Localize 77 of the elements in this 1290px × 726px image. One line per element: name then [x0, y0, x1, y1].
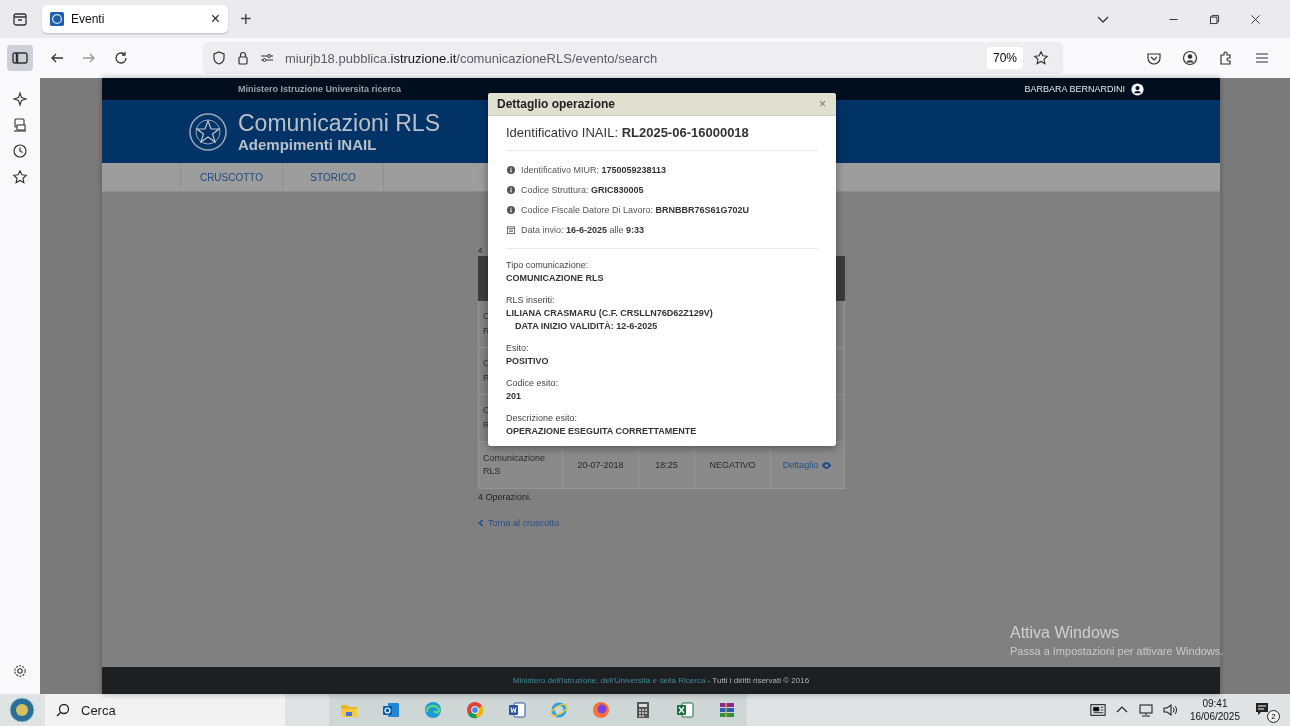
search-placeholder[interactable]: Cerca [81, 702, 116, 718]
site-title: Comunicazioni RLS [238, 109, 440, 136]
field-label: RLS inseriti: [506, 294, 556, 307]
info-icon [507, 186, 515, 194]
tab-close-button[interactable]: × [210, 10, 220, 28]
lock-icon[interactable] [235, 50, 251, 66]
pocket-icon[interactable] [1146, 50, 1162, 66]
new-tab-button[interactable]: + [240, 7, 252, 31]
site-subtitle: Adempimenti INAIL [238, 135, 378, 154]
ministry-name: Ministero Istruzione Universita ricerca [238, 84, 402, 94]
taskbar-clock[interactable]: 09:41 16/06/2025 [1189, 697, 1240, 723]
search-icon[interactable] [55, 702, 71, 718]
sidebar-toggle-icon[interactable] [7, 45, 33, 71]
field-value: 201 [506, 390, 523, 403]
user-name[interactable]: BARBARA BERNARDINI [1024, 84, 1125, 94]
user-avatar-icon[interactable] [1131, 82, 1144, 96]
speaker-icon[interactable] [1161, 702, 1178, 718]
zoom-level-button[interactable]: 70% [986, 47, 1023, 69]
start-orb-icon[interactable] [9, 697, 35, 723]
menu-icon[interactable] [1254, 50, 1270, 66]
detail-field: Identificativo MIUR: 1750059238113 [521, 165, 667, 175]
close-icon[interactable] [1249, 12, 1262, 26]
address-bar[interactable]: miurjb18.pubblica.istruzione.it/comunicazioneRLS/evento/search 70% [203, 42, 1063, 74]
clock-time[interactable]: 09:41 [1202, 697, 1228, 710]
clock-date[interactable]: 16/06/2025 [1189, 710, 1240, 723]
footer-text: Ministero dell'Istruzione, dell'Università e della Ricerca - Tutti i diritti riservati © 2016 [512, 676, 810, 685]
star-icon[interactable] [12, 169, 28, 185]
fox-globe-icon[interactable] [591, 700, 611, 720]
operations-count: 4 Operazioni. [478, 492, 533, 502]
field-label: Tipo comunicazione: [506, 259, 590, 272]
eye-icon[interactable] [821, 460, 833, 470]
field-value: COMUNICAZIONE RLS [506, 272, 605, 285]
reload-icon[interactable] [113, 50, 129, 66]
url-text[interactable]: miurjb18.pubblica.istruzione.it/comunicazioneRLS/evento/search [285, 50, 658, 66]
tab-title: Eventi [71, 12, 106, 26]
field-value: POSITIVO [506, 355, 550, 368]
field-value: LILIANA CRASMARU (C.F. CRSLLN76D62Z129V) [506, 307, 714, 320]
activation-notice-text: Passa a Impostazioni per attivare Windows. [1010, 645, 1224, 657]
spreadsheet-tile-icon[interactable] [675, 700, 695, 720]
field-value: DATA INIZIO VALIDITÀ: 12-6-2025 [514, 320, 659, 333]
inail-identifier: Identificativo INAIL: RL2025-06-16000018 [506, 125, 750, 140]
field-value: OPERAZIONE ESEGUITA CORRETTAMENTE [506, 425, 698, 438]
star-icon[interactable] [1033, 50, 1049, 66]
puzzle-piece-icon[interactable] [1218, 50, 1234, 66]
synced-devices-icon[interactable] [12, 117, 28, 133]
field-label: Codice esito: [506, 377, 560, 390]
detail-field: Codice Struttura: GRIC830005 [521, 185, 644, 195]
info-icon [507, 166, 515, 174]
field-label: Descrizione esito: [506, 412, 579, 425]
dialog-close-button[interactable]: × [819, 97, 826, 111]
ring-logo-icon[interactable] [465, 700, 485, 720]
tab-list-icon[interactable] [12, 11, 28, 27]
star-emblem-icon [188, 111, 228, 152]
dialog-title: Dettaglio operazione [497, 97, 616, 111]
settings-icon[interactable] [12, 663, 28, 679]
notification-count: 2 [1267, 710, 1280, 723]
shield-icon[interactable] [211, 50, 227, 66]
notification-icon[interactable] [1254, 701, 1270, 717]
activation-notice-title: Attiva Windows [1010, 624, 1121, 642]
detail-field: Codice Fiscale Datore Di Lavoro: BRNBBR76S61G702U [521, 205, 750, 215]
news-widget-icon[interactable] [1089, 702, 1106, 718]
document-tile-icon[interactable] [507, 700, 527, 720]
restore-icon[interactable] [1208, 12, 1221, 26]
site-favicon-icon [50, 12, 64, 26]
detail-field: Data invio: 16-6-2025 alle 9:33 [521, 225, 645, 235]
sparkle-icon[interactable] [12, 91, 28, 107]
taskbar-search-field[interactable]: Cerca [45, 694, 285, 726]
app-tile-icon[interactable] [381, 700, 401, 720]
history-clock-icon[interactable] [12, 143, 28, 159]
stacked-books-icon[interactable] [717, 700, 737, 720]
calendar-icon [507, 226, 515, 234]
network-icon[interactable] [1137, 702, 1154, 718]
field-label: Esito: [506, 342, 530, 355]
account-icon[interactable] [1182, 50, 1198, 66]
browser-tab[interactable]: Eventi × [42, 5, 228, 33]
results-count: 4 [478, 246, 484, 256]
info-icon [507, 206, 515, 214]
